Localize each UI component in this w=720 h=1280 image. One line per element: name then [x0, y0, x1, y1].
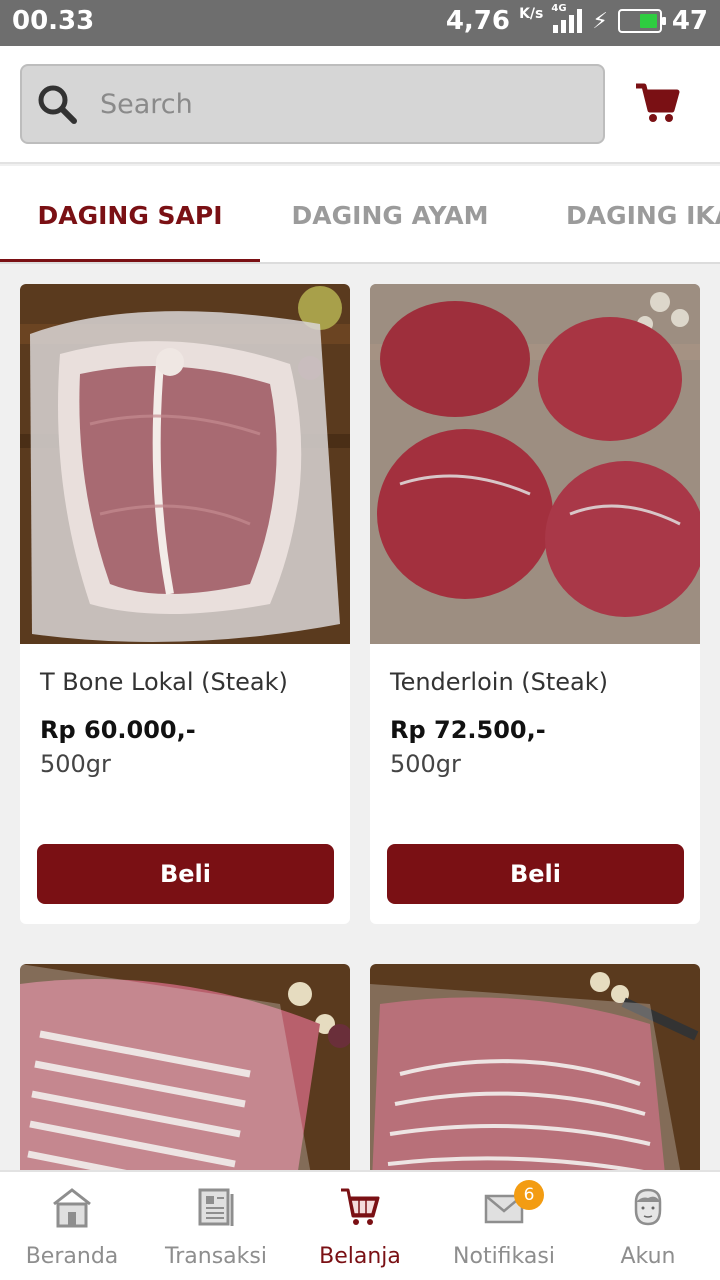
nav-label: Notifikasi: [453, 1244, 555, 1269]
product-price: Rp 72.500,-: [390, 716, 546, 744]
product-weight: 500gr: [390, 750, 461, 778]
nav-label: Beranda: [25, 1244, 119, 1269]
buy-button[interactable]: Beli: [37, 844, 334, 904]
product-image[interactable]: [20, 964, 350, 1170]
notification-badge: 6: [514, 1180, 544, 1210]
product-card[interactable]: Tenderloin (Steak) Rp 72.500,- 500gr Bel…: [370, 284, 700, 924]
product-image[interactable]: [370, 284, 700, 644]
product-image[interactable]: [20, 284, 350, 644]
category-tabs: DAGING SAPI DAGING AYAM DAGING IKAN: [0, 166, 720, 264]
nav-transaksi[interactable]: Transaksi: [144, 1172, 288, 1280]
nav-label: Belanja: [319, 1244, 401, 1269]
home-icon: [53, 1188, 91, 1228]
search-bar[interactable]: [20, 64, 605, 144]
product-card[interactable]: [370, 964, 700, 1170]
status-icons: 4,76 K/s 4G ⚡ 47: [445, 3, 708, 36]
product-weight: 500gr: [40, 750, 111, 778]
nav-label: Transaksi: [165, 1244, 267, 1269]
product-grid: T Bone Lokal (Steak) Rp 60.000,- 500gr B…: [0, 266, 720, 1170]
app-header: [0, 46, 720, 164]
nav-akun[interactable]: Akun: [576, 1172, 720, 1280]
product-name: T Bone Lokal (Steak): [40, 668, 288, 696]
nav-notifikasi[interactable]: 6 Notifikasi: [432, 1172, 576, 1280]
search-input[interactable]: [100, 88, 540, 120]
receipt-icon: [198, 1188, 234, 1226]
user-icon: [634, 1188, 662, 1226]
bottom-nav: Beranda Transaksi Belanja 6 Notifikasi A…: [0, 1170, 720, 1280]
product-name: Tenderloin (Steak): [390, 668, 609, 696]
tab-daging-sapi[interactable]: DAGING SAPI: [0, 166, 260, 262]
status-time: 00.33: [12, 6, 95, 36]
battery-icon: [617, 9, 666, 33]
cart-icon[interactable]: [634, 82, 680, 124]
cart-icon: [341, 1188, 380, 1225]
signal-icon: 4G: [551, 3, 583, 33]
status-bar: 00.33 4,76 K/s 4G ⚡ 47: [0, 0, 720, 46]
product-image[interactable]: [370, 964, 700, 1170]
nav-label: Akun: [620, 1244, 676, 1269]
net-speed: 4,76 K/s: [445, 6, 544, 36]
nav-belanja[interactable]: Belanja: [288, 1172, 432, 1280]
nav-beranda[interactable]: Beranda: [0, 1172, 144, 1280]
product-card[interactable]: T Bone Lokal (Steak) Rp 60.000,- 500gr B…: [20, 284, 350, 924]
tab-daging-ikan[interactable]: DAGING IKAN: [520, 166, 720, 262]
product-price: Rp 60.000,-: [40, 716, 196, 744]
search-icon: [38, 85, 77, 124]
buy-button[interactable]: Beli: [387, 844, 684, 904]
battery-level: 47: [671, 6, 708, 36]
charging-icon: ⚡: [592, 8, 608, 34]
product-card[interactable]: [20, 964, 350, 1170]
tab-daging-ayam[interactable]: DAGING AYAM: [260, 166, 520, 262]
